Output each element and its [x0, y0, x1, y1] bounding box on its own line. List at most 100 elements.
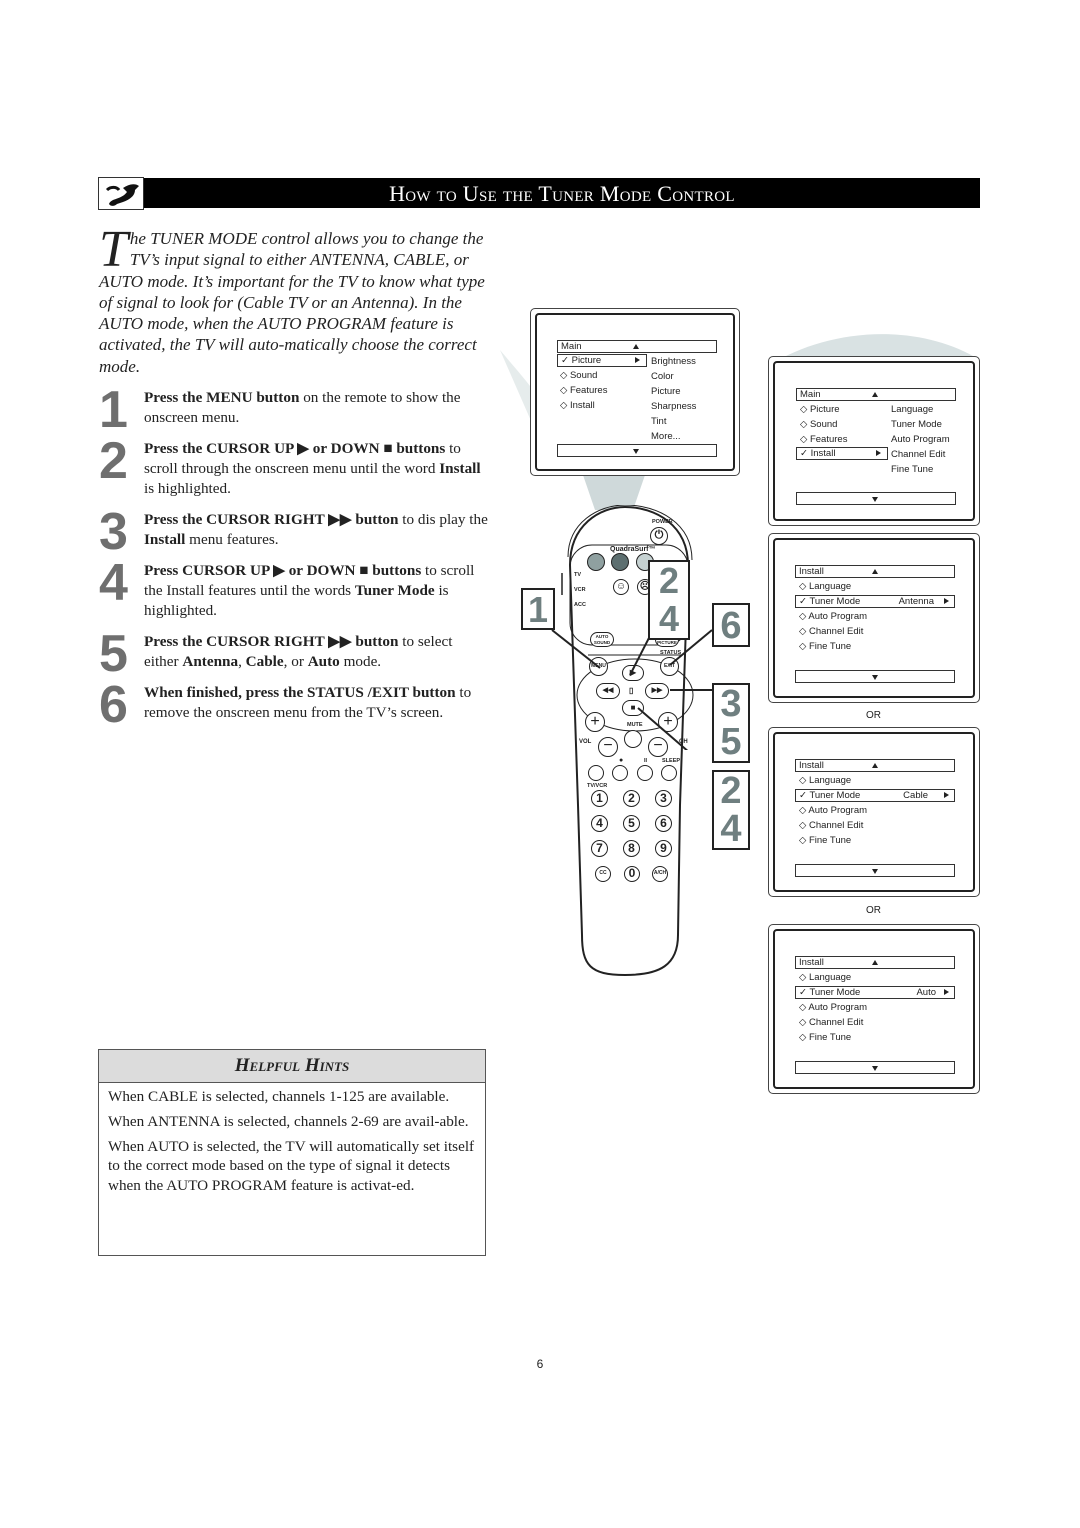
submenu-item: Tuner Mode: [891, 419, 942, 430]
submenu-item: Channel Edit: [891, 449, 946, 460]
up-arrow-icon: [633, 344, 639, 349]
down-arrow-icon: [872, 497, 878, 502]
helpful-hints-box: Helpful Hints When CABLE is selected, ch…: [98, 1049, 486, 1256]
step-3: 3 Press the CURSOR RIGHT ▶▶ button to di…: [99, 506, 489, 558]
satellite-dish-icon: [98, 177, 144, 210]
step-keyword: Install: [144, 530, 186, 548]
hints-title: Helpful Hints: [99, 1050, 485, 1083]
menu-item[interactable]: ◇ Channel Edit: [799, 1016, 863, 1029]
menu-item[interactable]: ◇ Language: [799, 580, 851, 593]
digit-button[interactable]: 2: [623, 790, 640, 807]
step-keyword: Antenna: [182, 652, 239, 670]
tv-vcr-button[interactable]: [588, 765, 604, 781]
step-number: 1: [99, 381, 128, 439]
callout-step-1: 1: [521, 588, 555, 630]
step-instruction: Press the CURSOR RIGHT ▶▶ button: [144, 633, 399, 650]
step-detail: is highlighted.: [144, 479, 231, 497]
hint-item: When AUTO is selected, the TV will autom…: [108, 1137, 475, 1195]
section-title: How to Use the Tuner Mode Control: [144, 178, 980, 208]
menu-item[interactable]: ◇ Channel Edit: [799, 625, 863, 638]
menu-item[interactable]: ◇ Fine Tune: [799, 1031, 851, 1044]
menu-item[interactable]: ◇ Picture: [800, 403, 840, 416]
menu-item-selected[interactable]: ✓ Install: [796, 447, 888, 460]
digit-button[interactable]: 8: [623, 840, 640, 857]
menu-item[interactable]: ◇ Auto Program: [799, 804, 867, 817]
menu-item[interactable]: ◇ Auto Program: [799, 610, 867, 623]
menu-item[interactable]: ◇ Sound: [800, 418, 837, 431]
tv-screen-main-picture: Main ✓ Picture ◇ Sound ◇ Features ◇ Inst…: [530, 308, 740, 476]
tv-screen-install-auto: Install ◇ Language ✓ Tuner Mode Auto ◇ Au…: [768, 924, 980, 1094]
menu-item[interactable]: ◇ Language: [799, 971, 851, 984]
up-arrow-icon: [872, 569, 878, 574]
onscreen-menu: Install ◇ Language ✓ Tuner Mode Auto ◇ Au…: [795, 956, 955, 1081]
menu-item[interactable]: ◇ Language: [799, 774, 851, 787]
menu-item-selected[interactable]: ✓ Tuner Mode Auto: [795, 986, 955, 999]
menu-item[interactable]: ◇ Sound: [560, 369, 597, 382]
menu-item[interactable]: ◇ Auto Program: [799, 1001, 867, 1014]
menu-title: Install: [799, 957, 824, 968]
up-arrow-icon: [872, 960, 878, 965]
menu-item[interactable]: ◇ Features: [800, 433, 847, 446]
step-number: 2: [99, 432, 128, 490]
step-number: 6: [99, 676, 128, 734]
digit-button[interactable]: 0: [624, 866, 640, 882]
tuner-mode-value: Cable: [903, 790, 928, 801]
digit-button[interactable]: 9: [655, 840, 672, 857]
step-number: 5: [99, 625, 128, 683]
digit-button[interactable]: 3: [655, 790, 672, 807]
menu-item-selected[interactable]: ✓ Tuner Mode Antenna: [795, 595, 955, 608]
step-number: 4: [99, 554, 128, 612]
menu-item[interactable]: ◇ Install: [560, 399, 595, 412]
menu-title: Install: [799, 566, 824, 577]
down-arrow-icon: [633, 449, 639, 454]
step-instruction: Press the CURSOR RIGHT ▶▶ button: [144, 511, 399, 528]
cc-button[interactable]: CC: [595, 866, 611, 882]
menu-item[interactable]: ◇ Channel Edit: [799, 819, 863, 832]
digit-button[interactable]: 4: [591, 815, 608, 832]
step-1: 1 Press the MENU button on the remote to…: [99, 384, 489, 436]
submenu-item: Auto Program: [891, 434, 950, 445]
menu-item-selected[interactable]: ✓ Picture: [557, 354, 647, 367]
step-detail: ,: [238, 652, 246, 670]
step-keyword: Cable: [245, 652, 284, 670]
intro-paragraph: The TUNER MODE control allows you to cha…: [99, 224, 489, 377]
tv-screen-install-cable: Install ◇ Language ✓ Tuner Mode Cable ◇ A…: [768, 727, 980, 897]
right-arrow-icon: [944, 792, 949, 798]
digit-button[interactable]: 7: [591, 840, 608, 857]
pause-button[interactable]: [637, 765, 653, 781]
submenu-item: Language: [891, 404, 934, 415]
onscreen-menu: Install ◇ Language ✓ Tuner Mode Cable ◇ A…: [795, 759, 955, 884]
right-arrow-icon: [876, 450, 881, 456]
sleep-button[interactable]: [661, 765, 677, 781]
down-arrow-icon: [872, 1066, 878, 1071]
alternate-channel-button[interactable]: A/CH: [652, 866, 668, 882]
step-instruction: Press the CURSOR UP ▶ or DOWN ■ buttons: [144, 440, 446, 457]
power-button[interactable]: ⏻: [650, 527, 668, 545]
onscreen-menu: Main ✓ Picture ◇ Sound ◇ Features ◇ Inst…: [557, 340, 717, 460]
digit-button[interactable]: 6: [655, 815, 672, 832]
tv-screen-main-install: Main ◇ Picture ◇ Sound ◇ Features ✓ Inst…: [768, 356, 980, 526]
right-arrow-icon: [944, 598, 949, 604]
page-number: 6: [536, 1357, 544, 1371]
menu-title: Main: [561, 341, 582, 352]
submenu-item: Sharpness: [651, 401, 697, 412]
intro-text: he TUNER MODE control allows you to chan…: [99, 229, 485, 376]
sleep-label: SLEEP: [662, 758, 681, 764]
right-arrow-icon: [944, 989, 949, 995]
menu-item[interactable]: ◇ Fine Tune: [799, 640, 851, 653]
step-keyword: Auto: [307, 652, 340, 670]
right-arrow-icon: [635, 357, 640, 363]
digit-button[interactable]: 1: [591, 790, 608, 807]
onscreen-menu: Install ◇ Language ✓ Tuner Mode Antenna ◇…: [795, 565, 955, 690]
record-button[interactable]: [612, 765, 628, 781]
up-arrow-icon: [872, 763, 878, 768]
menu-title: Install: [799, 760, 824, 771]
digit-button[interactable]: 5: [623, 815, 640, 832]
down-arrow-icon: [872, 869, 878, 874]
or-separator: OR: [866, 905, 881, 916]
menu-item[interactable]: ◇ Fine Tune: [799, 834, 851, 847]
down-arrow-icon: [872, 675, 878, 680]
menu-item-selected[interactable]: ✓ Tuner Mode Cable: [795, 789, 955, 802]
step-instruction: Press the MENU button: [144, 389, 300, 406]
menu-item[interactable]: ◇ Features: [560, 384, 607, 397]
